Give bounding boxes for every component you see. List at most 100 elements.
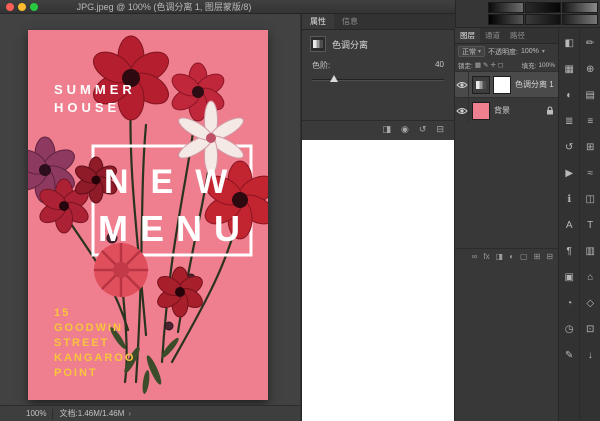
opacity-label: 不透明度: [488, 48, 518, 56]
panel-icon-column-1: ◧ ▦ ◐ ≣ ↺ ▶ ℹ A ¶ ▣ ◔ ◷ ✎ [559, 28, 579, 421]
coral-pompom-flower [93, 242, 149, 298]
gradient-swatch[interactable] [562, 2, 598, 13]
histogram-panel-icon[interactable]: ≈ [581, 166, 599, 182]
adjustment-layer-icon[interactable]: ◐ [509, 252, 514, 261]
actions-panel-icon[interactable]: ▶ [560, 166, 578, 182]
layer-row-posterize[interactable]: 色调分离 1 [455, 71, 558, 97]
options-bar [455, 0, 600, 28]
new-layer-icon[interactable]: ⊞ [534, 252, 541, 261]
layer-lock-icon [546, 102, 554, 120]
layer-mask-thumbnail[interactable] [493, 75, 511, 94]
info-panel-icon[interactable]: ℹ [560, 192, 578, 208]
layer-name[interactable]: 色调分离 1 [515, 79, 554, 90]
layer-comps-panel-icon[interactable]: ▤ [581, 88, 599, 104]
status-options-caret[interactable]: › [128, 409, 131, 418]
levels-slider[interactable] [312, 74, 444, 86]
eye-icon [455, 107, 468, 114]
libraries-panel-icon[interactable]: ▥ [581, 244, 599, 260]
adjustment-layer-thumbnail[interactable] [472, 75, 490, 94]
zoom-window-button[interactable] [30, 3, 38, 11]
tab-properties[interactable]: 属性 [302, 14, 334, 29]
blend-mode-dropdown[interactable]: 正常 ▾ [458, 46, 486, 57]
brush-settings-panel-icon[interactable]: ✏ [581, 36, 599, 52]
gradient-preset-grid [488, 2, 599, 25]
delete-layer-icon[interactable]: ⊟ [546, 252, 553, 261]
lock-all-icon[interactable]: ◻ [498, 61, 503, 69]
layer-mask-icon[interactable]: ◨ [496, 252, 504, 261]
lock-row: 锁定: ▦ ✎ ✛ ◻ 填充: 100% [455, 59, 558, 71]
poster-address-line: STREET [54, 337, 109, 349]
properties-panel-icon[interactable]: ⊡ [581, 322, 599, 338]
lock-pixels-icon[interactable]: ✎ [483, 61, 488, 69]
zoom-level-field[interactable]: 100% [26, 409, 46, 418]
levels-slider-thumb[interactable] [330, 75, 339, 82]
flower-center [91, 175, 101, 185]
properties-footer: ◨ ◉ ↺ ⊟ [302, 120, 454, 138]
tab-layers[interactable]: 图层 [455, 28, 480, 43]
swatches-panel-icon[interactable]: ▦ [560, 62, 578, 78]
poster-title-line2: HOUSE [54, 100, 120, 115]
visibility-icon[interactable]: ◉ [401, 124, 409, 135]
levels-row: 色阶: 40 [312, 60, 444, 71]
measurement-log-panel-icon[interactable]: ≡ [581, 114, 599, 130]
channels-panel-icon[interactable]: ▣ [560, 270, 578, 286]
blank-panel-area [302, 140, 454, 421]
poster-headline-line2: MENU [98, 208, 252, 249]
poster-title-line1: SUMMER [54, 82, 136, 97]
tab-info[interactable]: 信息 [334, 14, 366, 29]
history-panel-icon[interactable]: ↺ [560, 140, 578, 156]
minimize-window-button[interactable] [18, 3, 26, 11]
poster-address-line: KANGAROO [54, 352, 135, 364]
tab-paths[interactable]: 路径 [505, 28, 530, 43]
clone-source-panel-icon[interactable]: ⊕ [581, 62, 599, 78]
lock-transparency-icon[interactable]: ▦ [475, 61, 481, 69]
gradient-swatch[interactable] [525, 14, 561, 25]
levels-value[interactable]: 40 [435, 60, 444, 71]
export-panel-icon[interactable]: ↓ [581, 348, 599, 364]
gradient-swatch[interactable] [488, 2, 524, 13]
styles-panel-icon[interactable]: ≣ [560, 114, 578, 130]
layers-tabbar: 图层 通道 路径 [455, 28, 558, 44]
layers-footer-bar: ∞ fx ◨ ◐ ▢ ⊞ ⊟ [455, 248, 558, 264]
paths-panel-icon[interactable]: ◔ [560, 296, 578, 312]
navigator-panel-icon[interactable]: ⊞ [581, 140, 599, 156]
poster-address-line: POINT [54, 367, 98, 379]
gradient-swatch[interactable] [562, 14, 598, 25]
layer-visibility-toggle[interactable] [455, 72, 469, 97]
gradient-swatch[interactable] [488, 14, 524, 25]
poster-artwork: SUMMER HOUSE NEW MENU 15 GOODWIN STREET … [15, 30, 276, 400]
chevron-down-icon[interactable]: ▾ [542, 48, 545, 55]
background-layer-thumbnail[interactable] [472, 101, 490, 120]
paragraph-panel-icon[interactable]: ¶ [560, 244, 578, 260]
delete-adjustment-icon[interactable]: ⊟ [436, 124, 444, 135]
layer-row-background[interactable]: 背景 [455, 97, 558, 123]
tab-channels[interactable]: 通道 [480, 28, 505, 43]
timeline-panel-icon[interactable]: ◷ [560, 322, 578, 338]
gradient-swatch[interactable] [525, 2, 561, 13]
layer-group-icon[interactable]: ▢ [520, 252, 528, 261]
poster-document[interactable]: SUMMER HOUSE NEW MENU 15 GOODWIN STREET … [15, 30, 276, 400]
notes-panel-icon[interactable]: ✎ [560, 348, 578, 364]
flower-center [175, 287, 185, 297]
device-preview-panel-icon[interactable]: ⌂ [581, 270, 599, 286]
lock-position-icon[interactable]: ✛ [490, 61, 495, 69]
adjustments-panel-icon[interactable]: ◐ [560, 88, 578, 104]
link-layers-icon[interactable]: ∞ [472, 252, 478, 261]
character-panel-icon[interactable]: A [560, 218, 578, 234]
adjustment-header: 色调分离 [310, 36, 368, 52]
lock-label: 锁定: [458, 63, 473, 70]
glyphs-panel-icon[interactable]: T [581, 218, 599, 234]
clip-to-layer-icon[interactable]: ◨ [383, 124, 392, 135]
opacity-value[interactable]: 100% [521, 48, 539, 55]
document-canvas-area[interactable]: SUMMER HOUSE NEW MENU 15 GOODWIN STREET … [0, 14, 300, 421]
layer-name[interactable]: 背景 [494, 105, 510, 116]
threed-panel-icon[interactable]: ◇ [581, 296, 599, 312]
layer-visibility-toggle[interactable] [455, 98, 469, 123]
flower-center [59, 201, 69, 211]
tool-presets-panel-icon[interactable]: ◫ [581, 192, 599, 208]
layer-styles-icon[interactable]: fx [483, 252, 489, 261]
reset-icon[interactable]: ↺ [419, 124, 427, 135]
fill-value[interactable]: 100% [538, 62, 555, 69]
color-panel-icon[interactable]: ◧ [560, 36, 578, 52]
close-window-button[interactable] [6, 3, 14, 11]
